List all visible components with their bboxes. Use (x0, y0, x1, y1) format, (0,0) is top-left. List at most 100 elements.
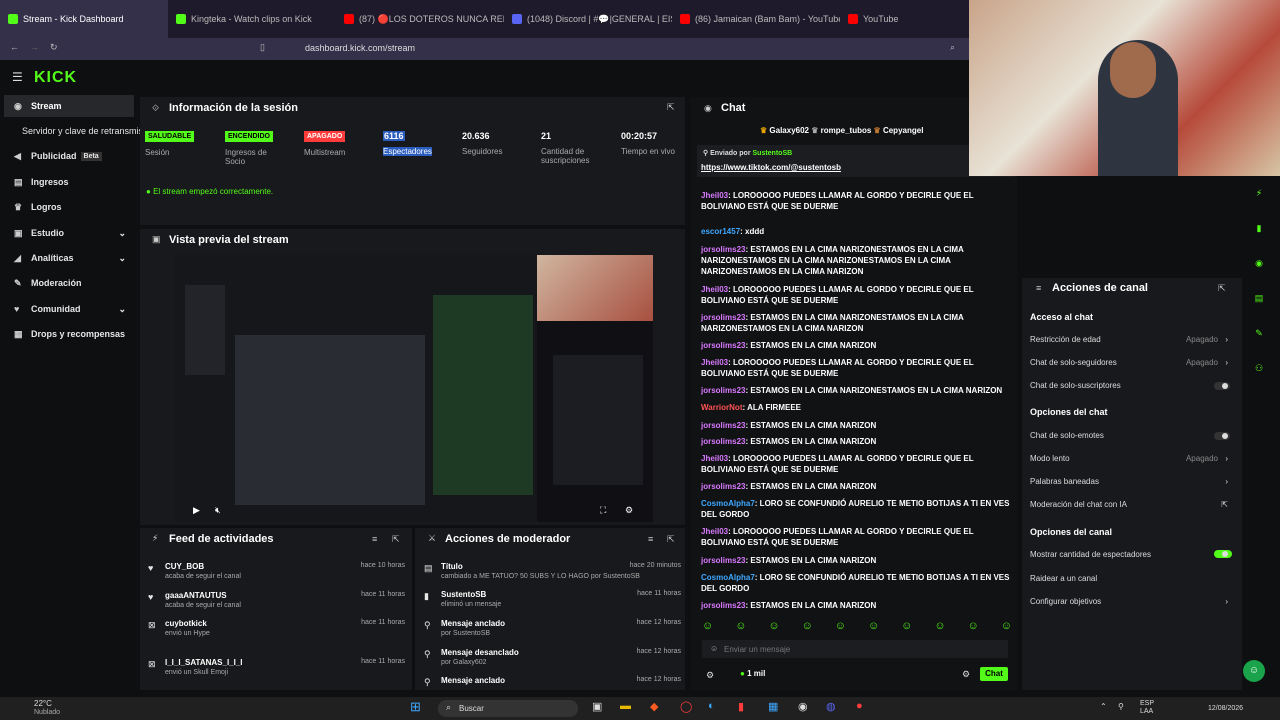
filter-icon[interactable]: ≡ (648, 534, 653, 544)
mod-item[interactable]: Mensaje anclado hace 12 horas por Sustento… (441, 619, 681, 637)
emote-icon[interactable]: ☺ (702, 620, 713, 636)
feed-item[interactable]: I_I_I_SATANAS_I_I_I hace 11 horas envió un… (165, 658, 405, 676)
menu-icon[interactable]: ☰ (12, 70, 23, 84)
language-indicator[interactable]: ESP LAA (1140, 700, 1154, 716)
pinned-link[interactable]: https://www.tiktok.com/@sustentosb (701, 163, 841, 172)
wrench-icon[interactable]: ✎ (1255, 328, 1263, 339)
banned-words-row[interactable]: Palabras baneadas › (1030, 477, 1230, 486)
tools-icon[interactable]: ⚙︎ (706, 670, 714, 681)
browser-tab[interactable]: (1048) Discord | #💬|GENERAL | EISUS… (504, 0, 672, 38)
mod-item[interactable]: Mensaje desanclado hace 12 horas por Galax… (441, 648, 681, 666)
chat-message[interactable]: WarriorNot: ALA FIRMEEE (701, 402, 1011, 413)
steam-icon[interactable]: ◉ (798, 700, 808, 713)
browser-tab[interactable]: (86) Jamaican (Bam Bam) - YouTube (672, 0, 840, 38)
app-icon[interactable]: ▮ (738, 700, 744, 713)
brave-icon[interactable]: ◆ (650, 700, 658, 713)
feed-item[interactable]: gaaaANTAUTUS hace 11 horas acaba de seguir… (165, 591, 405, 609)
popout-icon[interactable]: ⇱ (392, 534, 400, 545)
sidebar-item-studio[interactable]: ▣ Estudio ⌄ (4, 222, 134, 244)
taskview-icon[interactable]: ▣ (592, 700, 602, 713)
chat-message[interactable]: Jheil03: LOROOOOO PUEDES LLAMAR AL GORDO… (701, 526, 1011, 548)
pinned-message[interactable]: ⚲ Enviado por SustentoSB https://www.tik… (697, 145, 1015, 177)
popout-icon[interactable]: ⇱ (667, 102, 675, 113)
bookmark-icon[interactable]: ▯ (260, 42, 265, 53)
sidebar-item-community[interactable]: ♥ Comunidad ⌄ (4, 298, 134, 320)
chat-message[interactable]: Jheil03: LOROOOOO PUEDES LLAMAR AL GORDO… (701, 357, 1011, 379)
mod-item[interactable]: Título hace 20 minutos cambiado a ME TATUO… (441, 562, 681, 580)
chat-message[interactable]: Jheil03: LOROOOOO PUEDES LLAMAR AL GORDO… (701, 284, 1011, 306)
sidebar-item-moderation[interactable]: ✎ Moderación (4, 272, 134, 294)
chat-message[interactable]: escor1457: xddd (701, 226, 1011, 237)
play-icon[interactable]: ▶ (193, 505, 200, 516)
send-chat-button[interactable]: Chat (980, 667, 1008, 681)
show-viewer-count-toggle[interactable] (1214, 550, 1232, 558)
sidebar-item-stream[interactable]: ◉ Stream (4, 95, 134, 117)
users-icon[interactable]: ⚇ (1255, 363, 1263, 374)
subscribers-only-toggle[interactable] (1214, 382, 1230, 390)
mic-icon[interactable]: ⚲ (1118, 702, 1124, 711)
kick-logo[interactable]: KICK (34, 69, 77, 87)
list-icon[interactable]: ▤ (1255, 293, 1264, 304)
chat-message[interactable]: Jheil03: LOROOOOO PUEDES LLAMAR AL GORDO… (701, 453, 1011, 475)
sidebar-item-drops[interactable]: ▦ Drops y recompensas (4, 323, 134, 345)
feed-item[interactable]: cuybotkick hace 11 horas envió un Hype (165, 619, 405, 637)
sidebar-item-achievements[interactable]: ♛ Logros (4, 196, 134, 218)
configure-goals-row[interactable]: Configurar objetivos › (1030, 597, 1230, 606)
chat-message[interactable]: Jheil03: LOROOOOO PUEDES LLAMAR AL GORDO… (701, 190, 1011, 212)
clip-icon[interactable]: ▮ (1257, 223, 1262, 234)
popout-icon[interactable]: ⇱ (667, 534, 675, 545)
mute-icon[interactable]: 🔇︎ (215, 505, 221, 516)
chat-message[interactable]: CosmoAlpha7: LORO SE CONFUNDIÓ AURELIO T… (701, 498, 1011, 520)
obs-icon[interactable]: ● (856, 700, 863, 712)
filter-icon[interactable]: ≡ (372, 534, 377, 544)
folder-icon[interactable]: ▬ (620, 700, 631, 712)
followers-only-row[interactable]: Chat de solo-seguidores Apagado › (1030, 358, 1230, 367)
chat-input[interactable] (702, 640, 1008, 658)
chat-icon[interactable]: ◉ (1255, 258, 1263, 269)
sidebar-item-server[interactable]: Servidor y clave de retransmisión (4, 120, 140, 142)
emote-icon[interactable]: ☺ (768, 620, 779, 636)
windows-start-icon[interactable]: ⊞ (410, 699, 421, 715)
back-icon[interactable]: ← (10, 42, 19, 52)
lightning-icon[interactable]: ⚡︎ (1256, 188, 1262, 199)
chat-message[interactable]: jorsolims23: ESTAMOS EN LA CIMA NARIZON (701, 420, 1011, 431)
emotes-only-toggle[interactable] (1214, 432, 1230, 440)
fullscreen-icon[interactable]: ⛶ (600, 505, 606, 516)
emote-icon[interactable]: ☺ (835, 620, 846, 636)
tray-chevron-icon[interactable]: ⌃ (1100, 702, 1107, 711)
emote-icon[interactable]: ☺ (735, 620, 746, 636)
emote-icon[interactable]: ☺ (901, 620, 912, 636)
emote-icon[interactable]: ☺ (868, 620, 879, 636)
age-restriction-row[interactable]: Restricción de edad Apagado › (1030, 335, 1230, 344)
opera-icon[interactable]: ◯ (680, 700, 692, 713)
sidebar-item-analytics[interactable]: ◢ Analíticas ⌄ (4, 247, 134, 269)
chat-message[interactable]: jorsolims23: ESTAMOS EN LA CIMA NARIZONE… (701, 312, 1011, 334)
sidebar-item-ads[interactable]: ◀ Publicidad Beta (4, 145, 134, 167)
emote-icon[interactable]: ☺ (968, 620, 979, 636)
chat-message[interactable]: jorsolims23: ESTAMOS EN LA CIMA NARIZON (701, 340, 1011, 351)
reload-icon[interactable]: ↻ (50, 42, 58, 53)
emote-icon[interactable]: ☺ (934, 620, 945, 636)
settings-icon[interactable]: ⚙︎ (962, 669, 970, 680)
settings-icon[interactable]: ⚙︎ (625, 505, 633, 516)
feed-item[interactable]: CUY_BOB hace 10 horas acaba de seguir el c… (165, 562, 405, 580)
forward-icon[interactable]: → (30, 42, 39, 52)
chat-message[interactable]: jorsolims23: ESTAMOS EN LA CIMA NARIZON (701, 600, 1011, 611)
help-chat-icon[interactable]: ☺ (1243, 660, 1265, 682)
stream-preview-video[interactable]: ▶ 🔇︎ ⛶ ⚙︎ (175, 255, 653, 522)
emoji-icon[interactable]: ☺ (710, 644, 718, 653)
emote-icon[interactable]: ☺ (1001, 620, 1012, 636)
mod-item[interactable]: Mensaje anclado hace 12 horas (441, 676, 681, 685)
browser-tab[interactable]: (87) 🔴LOS DOTEROS NUNCA RELIN… (336, 0, 504, 38)
sidebar-item-income[interactable]: ▤ Ingresos (4, 171, 134, 193)
browser-tab[interactable]: Kingteka - Watch clips on Kick (168, 0, 336, 38)
url-field[interactable]: dashboard.kick.com/stream (305, 43, 415, 53)
chat-message[interactable]: jorsolims23: ESTAMOS EN LA CIMA NARIZON (701, 481, 1011, 492)
chat-message[interactable]: CosmoAlpha7: LORO SE CONFUNDIÓ AURELIO T… (701, 572, 1011, 594)
taskbar-search[interactable]: ⌕ Buscar (438, 700, 578, 717)
search-icon[interactable]: ⌕ (950, 42, 955, 53)
edge-icon[interactable]: ◐ (708, 700, 715, 712)
chat-message[interactable]: jorsolims23: ESTAMOS EN LA CIMA NARIZON (701, 436, 1011, 447)
ai-moderation-row[interactable]: Moderación del chat con IA ⇱ (1030, 500, 1230, 509)
chat-message[interactable]: jorsolims23: ESTAMOS EN LA CIMA NARIZONE… (701, 244, 1011, 277)
